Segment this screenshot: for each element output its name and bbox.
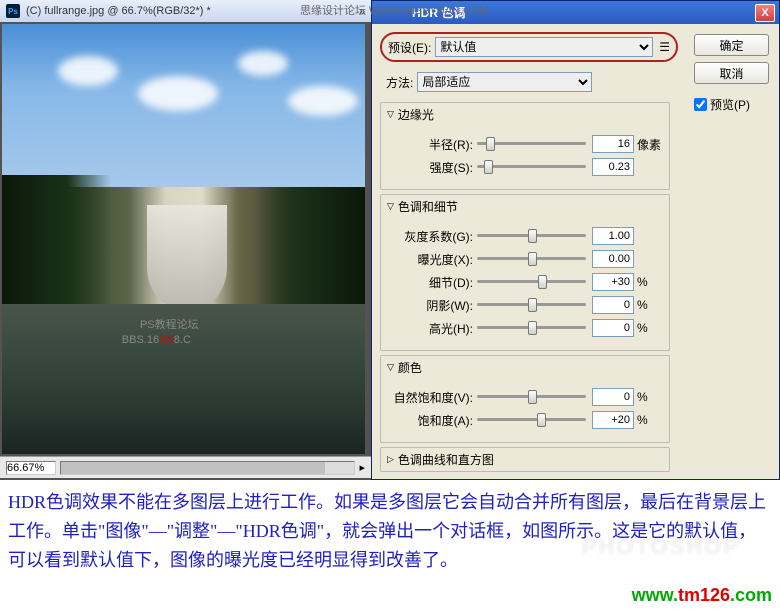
- method-select[interactable]: 局部适应: [417, 72, 592, 92]
- highlight-slider[interactable]: [477, 319, 586, 337]
- section-tone-detail: ▽ 色调和细节 灰度系数(G): 曝光度(X):: [380, 194, 670, 351]
- radius-slider[interactable]: [477, 135, 586, 153]
- shadow-slider[interactable]: [477, 296, 586, 314]
- site-watermark: www.tm126.com: [632, 585, 772, 606]
- image-watermark-1: PS教程论坛: [140, 316, 199, 332]
- shadow-label: 阴影(W):: [389, 297, 477, 314]
- section-title: 色调和细节: [398, 198, 458, 215]
- vibrance-unit: %: [637, 390, 661, 404]
- shadow-input[interactable]: [592, 296, 634, 314]
- section-title: 色调曲线和直方图: [398, 451, 494, 468]
- scroll-right-icon[interactable]: ▸: [359, 461, 365, 474]
- tutorial-caption: HDR色调效果不能在多图层上进行工作。如果是多图层它会自动合并所有图层，最后在背…: [8, 488, 772, 574]
- radius-unit: 像素: [637, 136, 661, 153]
- exposure-slider[interactable]: [477, 250, 586, 268]
- hdr-toning-dialog: HDR 色调 X 预设(E): 默认值 ☰ 确定 取消 预览(P) 方法: 局部…: [371, 0, 780, 480]
- preview-checkbox[interactable]: [694, 98, 707, 111]
- preset-menu-icon[interactable]: ☰: [659, 40, 670, 54]
- preset-label: 预设(E):: [388, 39, 431, 56]
- preview-label: 预览(P): [710, 96, 750, 113]
- preset-select[interactable]: 默认值: [435, 37, 653, 57]
- horizontal-scrollbar[interactable]: [60, 461, 355, 475]
- zoom-input[interactable]: [6, 461, 56, 475]
- vibrance-label: 自然饱和度(V):: [389, 389, 477, 406]
- radius-input[interactable]: [592, 135, 634, 153]
- canvas-area[interactable]: PS教程论坛 BBS.16XX8.C: [2, 24, 369, 454]
- detail-input[interactable]: [592, 273, 634, 291]
- highlight-unit: %: [637, 321, 661, 335]
- gray-label: 灰度系数(G):: [389, 228, 477, 245]
- collapse-icon: ▽: [387, 109, 394, 120]
- section-title: 颜色: [398, 359, 422, 376]
- status-bar: ▸: [0, 456, 371, 478]
- preview-checkbox-row[interactable]: 预览(P): [694, 96, 769, 113]
- photoshop-icon: Ps: [6, 4, 20, 18]
- section-header-edge-glow[interactable]: ▽ 边缘光: [381, 103, 669, 126]
- gray-input[interactable]: [592, 227, 634, 245]
- section-curve: ▷ 色调曲线和直方图: [380, 447, 670, 472]
- saturation-unit: %: [637, 413, 661, 427]
- strength-input[interactable]: [592, 158, 634, 176]
- section-title: 边缘光: [398, 106, 434, 123]
- radius-label: 半径(R):: [389, 136, 477, 153]
- shadow-unit: %: [637, 298, 661, 312]
- method-label: 方法:: [386, 74, 413, 91]
- detail-label: 细节(D):: [389, 274, 477, 291]
- gray-slider[interactable]: [477, 227, 586, 245]
- expand-icon: ▷: [387, 454, 394, 465]
- strength-label: 强度(S):: [389, 159, 477, 176]
- page-watermark: 思缘设计论坛 WWW.MISSYUAN.COM: [300, 2, 489, 18]
- exposure-label: 曝光度(X):: [389, 251, 477, 268]
- saturation-input[interactable]: [592, 411, 634, 429]
- exposure-input[interactable]: [592, 250, 634, 268]
- preset-row: 预设(E): 默认值 ☰: [380, 32, 678, 62]
- ok-button[interactable]: 确定: [694, 34, 769, 56]
- detail-unit: %: [637, 275, 661, 289]
- section-header-color[interactable]: ▽ 颜色: [381, 356, 669, 379]
- saturation-slider[interactable]: [477, 411, 586, 429]
- section-edge-glow: ▽ 边缘光 半径(R): 像素 强度(S):: [380, 102, 670, 190]
- photoshop-watermark: PHOTOSHOP: [582, 534, 740, 560]
- canvas-image: PS教程论坛 BBS.16XX8.C: [2, 24, 365, 454]
- highlight-input[interactable]: [592, 319, 634, 337]
- document-title: (C) fullrange.jpg @ 66.7%(RGB/32*) *: [26, 5, 211, 17]
- collapse-icon: ▽: [387, 362, 394, 373]
- section-header-curve[interactable]: ▷ 色调曲线和直方图: [381, 448, 669, 471]
- strength-slider[interactable]: [477, 158, 586, 176]
- close-button[interactable]: X: [755, 4, 775, 22]
- detail-slider[interactable]: [477, 273, 586, 291]
- section-header-tone-detail[interactable]: ▽ 色调和细节: [381, 195, 669, 218]
- collapse-icon: ▽: [387, 201, 394, 212]
- vibrance-slider[interactable]: [477, 388, 586, 406]
- image-watermark-2: BBS.16XX8.C: [122, 334, 191, 346]
- section-color: ▽ 颜色 自然饱和度(V): % 饱和度(A): %: [380, 355, 670, 443]
- saturation-label: 饱和度(A):: [389, 412, 477, 429]
- highlight-label: 高光(H):: [389, 320, 477, 337]
- vibrance-input[interactable]: [592, 388, 634, 406]
- cancel-button[interactable]: 取消: [694, 62, 769, 84]
- photoshop-document-window: Ps (C) fullrange.jpg @ 66.7%(RGB/32*) * …: [0, 0, 371, 480]
